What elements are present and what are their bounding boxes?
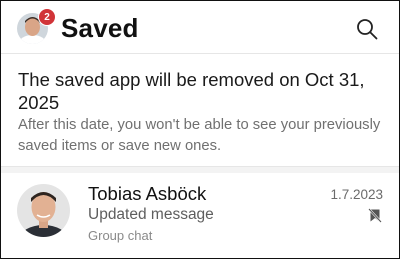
notice-title: The saved app will be removed on Oct 31,… (18, 69, 365, 113)
chat-name: Tobias Asböck (88, 183, 207, 204)
notification-badge: 2 (38, 8, 56, 26)
page-title: Saved (61, 13, 139, 43)
section-divider (1, 167, 399, 173)
chat-message-preview: Updated message (88, 206, 214, 223)
app-header: 2 Saved (1, 1, 399, 54)
saved-app-window: 2 Saved The saved app will be removed on… (0, 0, 400, 259)
deprecation-notice: The saved app will be removed on Oct 31,… (1, 54, 399, 167)
chat-date: 1.7.2023 (330, 187, 383, 202)
list-item[interactable]: Tobias Asböck 1.7.2023 Updated message G… (1, 174, 399, 258)
search-button[interactable] (353, 15, 381, 43)
bookmark-remove-icon (368, 207, 382, 223)
avatar (17, 184, 70, 237)
notice-body: After this date, you won't be able to se… (18, 117, 381, 154)
unsave-button[interactable] (367, 207, 383, 223)
chat-type-label: Group chat (88, 228, 153, 243)
search-icon (357, 19, 378, 40)
